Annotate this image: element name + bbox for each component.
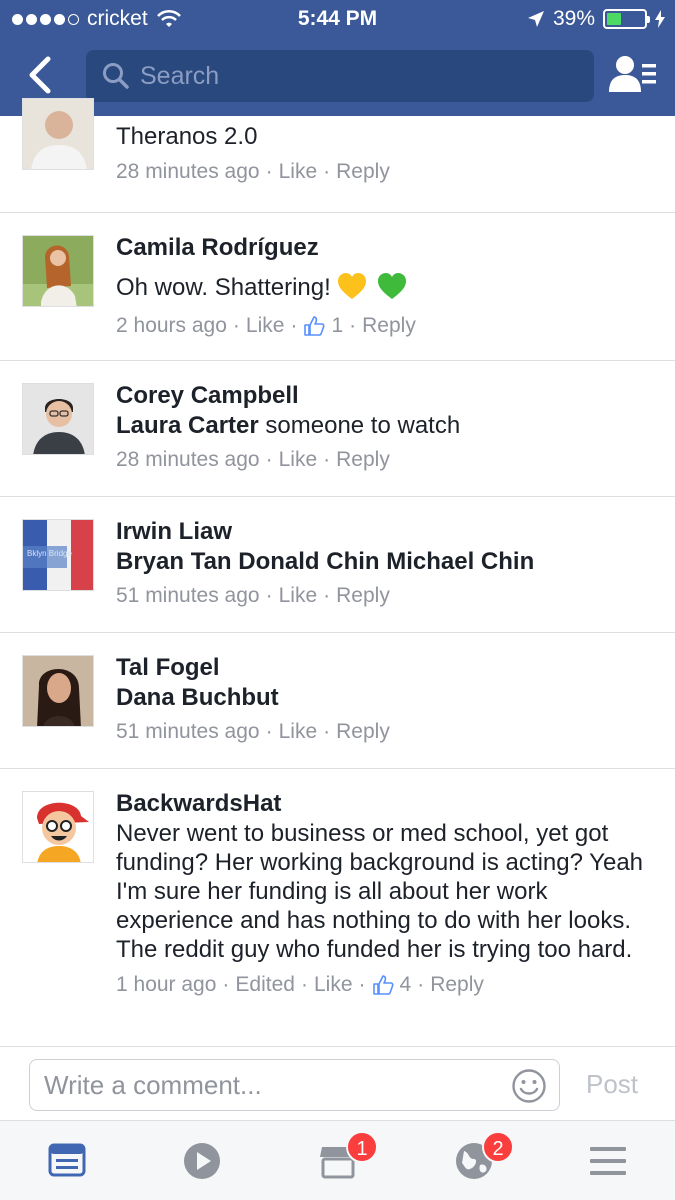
comment-item: Corey Campbell Laura Carter someone to w… [0,361,675,497]
comment-item: Bklyn Bridge Irwin Liaw Bryan Tan Donald… [0,497,675,633]
comment-meta: 51 minutes ago · Like · Reply [116,582,655,610]
reply-link[interactable]: Reply [362,312,416,340]
reply-link[interactable]: Reply [336,718,390,746]
tab-menu[interactable] [588,1141,628,1181]
green-heart-icon [377,273,406,299]
reply-link[interactable]: Reply [336,446,390,474]
avatar[interactable] [22,791,94,863]
tagged-user[interactable]: Laura Carter [116,412,259,439]
back-chevron-icon[interactable] [22,55,58,95]
comment-text: Theranos 2.0 [116,123,258,150]
avatar[interactable] [22,235,94,307]
like-link[interactable]: Like [279,158,318,186]
comment-meta: 51 minutes ago · Like · Reply [116,718,655,746]
comment-time: 28 minutes ago [116,160,260,183]
notification-badge: 2 [482,1131,514,1163]
comment-meta: 1 hour ago · Edited · Like · 4 · Reply [116,971,655,999]
tagged-user[interactable]: Dana Buchbut [116,684,279,711]
like-count[interactable]: 1 [331,312,343,340]
thumbs-up-icon[interactable] [372,974,394,996]
reply-link[interactable]: Reply [336,582,390,610]
comment-meta: 2 hours ago · Like · 1 · Reply [116,312,655,340]
commenter-name[interactable]: BackwardsHat [116,789,655,819]
news-feed-icon [48,1143,86,1177]
commenter-name[interactable]: Irwin Liaw [116,517,655,547]
bottom-tab-bar: 1 2 [0,1120,675,1200]
comment-text: someone to watch [265,412,461,439]
avatar[interactable] [22,655,94,727]
like-link[interactable]: Like [246,312,285,340]
battery-icon [603,9,650,29]
comment-time: 28 minutes ago [116,448,260,471]
commenter-name[interactable]: Corey Campbell [116,381,655,411]
like-link[interactable]: Like [314,971,353,999]
reply-link[interactable]: Reply [336,158,390,186]
tagged-users[interactable]: Bryan Tan Donald Chin Michael Chin [116,548,534,575]
video-play-icon [184,1143,220,1179]
commenter-name[interactable]: Tal Fogel [116,653,655,683]
comment-list: Theranos 2.0 28 minutes ago · Like · Rep… [0,98,675,1047]
comment-time: 2 hours ago [116,314,227,337]
comment-text: Oh wow. Shattering! [116,273,331,301]
avatar-caption: Bklyn Bridge [27,549,72,558]
search-placeholder: Search [140,61,220,90]
avatar[interactable]: Bklyn Bridge [22,519,94,591]
status-bar: cricket 5:44 PM 39% [0,0,675,38]
emoji-smiley-icon[interactable] [511,1068,547,1104]
reply-link[interactable]: Reply [430,971,484,999]
comment-item: Camila Rodríguez Oh wow. Shattering! 2 h… [0,213,675,361]
thumbs-up-icon[interactable] [303,315,325,337]
comment-meta: 28 minutes ago · Like · Reply [116,158,655,186]
comment-composer: Write a comment... Post [0,1046,675,1120]
charging-bolt-icon [655,10,665,28]
like-count[interactable]: 4 [400,971,412,999]
edited-label[interactable]: Edited [235,971,295,999]
like-link[interactable]: Like [279,718,318,746]
comment-item: Theranos 2.0 28 minutes ago · Like · Rep… [0,98,675,213]
comment-item: BackwardsHat Never went to business or m… [0,769,675,1047]
tab-news-feed[interactable] [48,1141,88,1181]
comment-placeholder: Write a comment... [44,1069,262,1100]
comment-time: 51 minutes ago [116,720,260,743]
post-button[interactable]: Post [586,1069,638,1100]
like-link[interactable]: Like [279,582,318,610]
comment-time: 51 minutes ago [116,584,260,607]
friend-list-icon[interactable] [608,54,658,98]
comment-meta: 28 minutes ago · Like · Reply [116,446,655,474]
status-right: 39% [527,7,665,31]
yellow-heart-icon [337,273,366,299]
like-link[interactable]: Like [279,446,318,474]
avatar[interactable] [22,383,94,455]
top-navigation-bar: cricket 5:44 PM 39% Search [0,0,675,116]
search-bar[interactable]: Search [86,50,594,102]
avatar[interactable] [22,98,94,170]
comment-text: Never went to business or med school, ye… [116,820,644,963]
comment-input[interactable]: Write a comment... [29,1059,560,1111]
search-icon [103,63,129,89]
location-arrow-icon [527,11,544,27]
menu-icon [590,1147,626,1175]
notification-badge: 1 [346,1131,378,1163]
comment-item: Tal Fogel Dana Buchbut 51 minutes ago · … [0,633,675,769]
battery-percent: 39% [552,7,595,30]
comment-time: 1 hour ago [116,973,217,996]
commenter-name[interactable]: Camila Rodríguez [116,233,655,263]
tab-marketplace[interactable]: 1 [318,1131,378,1181]
tab-notifications[interactable]: 2 [454,1131,514,1181]
tab-video[interactable] [182,1141,222,1181]
